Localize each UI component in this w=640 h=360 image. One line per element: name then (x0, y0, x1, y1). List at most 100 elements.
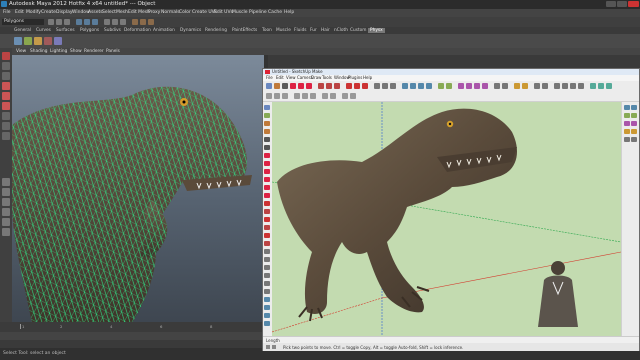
su-left-circle-icon[interactable] (264, 169, 270, 174)
menu-assets[interactable]: Assets (88, 10, 103, 15)
su-component-icon[interactable] (438, 83, 444, 89)
su-left-scale-icon[interactable] (264, 233, 270, 238)
su-protractor-icon[interactable] (390, 83, 396, 89)
su-menu-tools[interactable]: Tools (322, 75, 332, 80)
su-geo-location-icon[interactable] (598, 83, 604, 89)
su-left-zoom-window-icon[interactable] (264, 321, 270, 326)
su-copy-icon[interactable] (302, 93, 308, 99)
menu-create[interactable]: Create (41, 10, 56, 15)
shelf-tab-deformation[interactable]: Deformation (124, 28, 151, 33)
su-left-tape-icon[interactable] (264, 249, 270, 254)
su-left-component-icon[interactable] (264, 113, 270, 118)
su-right-component-icon[interactable] (624, 113, 630, 118)
su-left-move-icon[interactable] (264, 201, 270, 206)
shelf-tab-dynamics[interactable]: Dynamics (180, 28, 201, 33)
scale-tool-icon[interactable] (2, 102, 10, 110)
panel-menu-lighting[interactable]: Lighting (50, 49, 67, 54)
persp-outliner-layout-icon[interactable] (2, 198, 10, 206)
su-dimension-icon[interactable] (382, 83, 388, 89)
four-view-layout-icon[interactable] (2, 188, 10, 196)
su-rectangle-icon[interactable] (290, 83, 296, 89)
shelf-tab-animation[interactable]: Animation (153, 28, 175, 33)
su-right-orbit-icon[interactable] (624, 105, 630, 110)
shelf-tab-toon[interactable]: Toon (262, 28, 272, 33)
menu-modify[interactable]: Modify (26, 10, 41, 15)
persp-hypershade-layout-icon[interactable] (2, 218, 10, 226)
su-line-icon[interactable] (282, 83, 288, 89)
select-tool-icon[interactable] (2, 52, 10, 60)
su-sandbox-icon[interactable] (590, 83, 596, 89)
su-iso-view-icon[interactable] (554, 83, 560, 89)
su-left-offset-icon[interactable] (264, 241, 270, 246)
su-tape-icon[interactable] (374, 83, 380, 89)
su-right-layer-icon[interactable] (631, 121, 637, 126)
panel-menu-renderer[interactable]: Renderer (84, 49, 104, 54)
shelf-simulate-icon[interactable] (44, 37, 52, 45)
panel-menu-view[interactable]: View (16, 49, 26, 54)
manipulator-tool-icon[interactable] (2, 112, 10, 120)
select-component-icon[interactable] (92, 19, 98, 25)
su-left-arc-icon[interactable] (264, 185, 270, 190)
lasso-tool-icon[interactable] (2, 62, 10, 70)
new-scene-icon[interactable] (48, 19, 54, 25)
su-arc-icon[interactable] (306, 83, 312, 89)
su-model-info-icon[interactable] (350, 93, 356, 99)
su-print-icon[interactable] (342, 93, 348, 99)
su-xray-icon[interactable] (466, 83, 472, 89)
su-right-view-icon[interactable] (578, 83, 584, 89)
su-eraser-icon[interactable] (274, 83, 280, 89)
shelf-tab-custom[interactable]: Custom (350, 28, 366, 33)
su-left-select-icon[interactable] (264, 105, 270, 110)
su-right-pan-icon[interactable] (631, 105, 637, 110)
su-orbit-icon[interactable] (402, 83, 408, 89)
shelf-tab-subdivs[interactable]: Subdivs (104, 28, 121, 33)
soft-mod-tool-icon[interactable] (2, 122, 10, 130)
close-button[interactable] (628, 1, 639, 7)
su-left-follow-me-icon[interactable] (264, 225, 270, 230)
su-paste-icon[interactable] (310, 93, 316, 99)
save-scene-icon[interactable] (64, 19, 70, 25)
single-perspective-layout-icon[interactable] (2, 178, 10, 186)
panel-menu-show[interactable]: Show (70, 49, 82, 54)
maya-perspective-viewport[interactable] (12, 55, 264, 323)
rotate-tool-icon[interactable] (2, 92, 10, 100)
su-left-dimension-icon[interactable] (264, 257, 270, 262)
menu-mesh[interactable]: Mesh (116, 10, 128, 15)
su-left-zoom-icon[interactable] (264, 313, 270, 318)
su-paint-icon[interactable] (494, 83, 500, 89)
su-menu-draw[interactable]: Draw (311, 75, 321, 80)
su-right-entity-info-icon[interactable] (631, 137, 637, 142)
shelf-tab-ncloth[interactable]: nCloth (334, 28, 348, 33)
su-cut-icon[interactable] (294, 93, 300, 99)
minimize-button[interactable] (606, 1, 616, 7)
menu-help[interactable]: Help (284, 10, 294, 15)
su-right-warehouse-icon[interactable] (631, 113, 637, 118)
menu-muscle[interactable]: Muscle (232, 10, 248, 15)
shelf-tab-fur[interactable]: Fur (310, 28, 317, 33)
su-right-style-icon[interactable] (624, 121, 630, 126)
su-left-protractor-icon[interactable] (264, 265, 270, 270)
su-follow-me-icon[interactable] (326, 83, 332, 89)
open-scene-icon[interactable] (56, 19, 62, 25)
menu-edit-mesh[interactable]: Edit Mesh (128, 10, 150, 15)
su-left-rectangle-icon[interactable] (264, 153, 270, 158)
mode-selector[interactable]: Polygons (2, 19, 44, 25)
su-left-polygon-icon[interactable] (264, 177, 270, 182)
su-left-orbit-icon[interactable] (264, 297, 270, 302)
shelf-tab-fluids[interactable]: Fluids (294, 28, 307, 33)
su-left-rotated-rectangle-icon[interactable] (264, 161, 270, 166)
su-left-text-icon[interactable] (264, 273, 270, 278)
su-left-freehand-icon[interactable] (264, 145, 270, 150)
su-right-shadow-icon[interactable] (624, 129, 630, 134)
su-redo-icon[interactable] (330, 93, 336, 99)
shelf-tab-rendering[interactable]: Rendering (205, 28, 227, 33)
maximize-button[interactable] (617, 1, 627, 7)
su-left-paint-icon[interactable] (264, 121, 270, 126)
su-new-icon[interactable] (266, 93, 272, 99)
su-circle-icon[interactable] (298, 83, 304, 89)
shelf-rigid-body-icon[interactable] (14, 37, 22, 45)
su-pan-icon[interactable] (410, 83, 416, 89)
shelf-tab-general[interactable]: General (14, 28, 31, 33)
menu-color[interactable]: Color (179, 10, 191, 15)
su-3d-warehouse-icon[interactable] (446, 83, 452, 89)
